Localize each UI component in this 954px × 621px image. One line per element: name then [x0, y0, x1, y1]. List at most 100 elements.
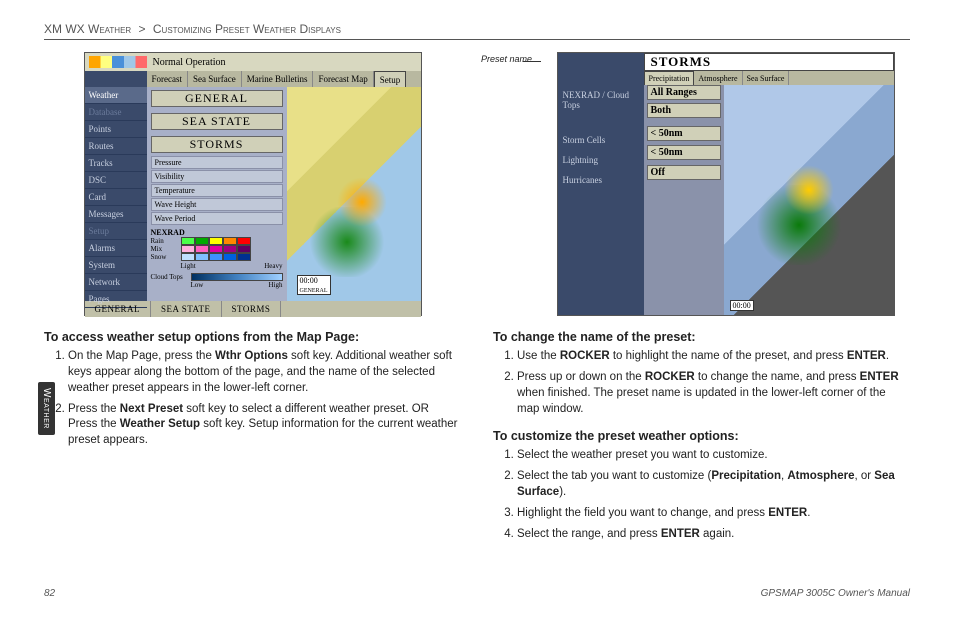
cloud-low: Low: [191, 281, 269, 289]
preset-storms-button[interactable]: STORMS: [151, 136, 283, 153]
nexrad-snow-row: Snow: [151, 253, 283, 261]
right-column: Preset name STORMS Precipitation Atmosph…: [493, 52, 910, 555]
softkey-seastate[interactable]: SEA STATE: [151, 301, 222, 317]
list-item: Press the Next Preset soft key to select…: [68, 402, 461, 450]
tab-forecast-map[interactable]: Forecast Map: [313, 71, 373, 87]
sidebar-item-setup[interactable]: Setup: [85, 223, 147, 240]
value-storm-cells[interactable]: < 50nm: [647, 126, 721, 141]
row-storm-cells[interactable]: Storm Cells: [558, 130, 644, 150]
softkey-storms[interactable]: STORMS: [222, 301, 282, 317]
tab-atmosphere[interactable]: Atmosphere: [694, 71, 742, 85]
sidebar-item-system[interactable]: System: [85, 257, 147, 274]
right-map-preview: 00:00: [724, 85, 894, 315]
breadcrumb-sep: >: [139, 22, 146, 36]
sidebar-item-weather[interactable]: Weather: [85, 87, 147, 104]
map-preview: 00:00GENERAL: [287, 87, 421, 301]
right-list-1: Use the ROCKER to highlight the name of …: [493, 349, 910, 417]
tab-precipitation[interactable]: Precipitation: [644, 71, 695, 85]
page-number: 82: [44, 588, 55, 599]
preset-general-button[interactable]: GENERAL: [151, 90, 283, 107]
sidebar-item-dsc[interactable]: DSC: [85, 172, 147, 189]
sidebar-item-points[interactable]: Points: [85, 121, 147, 138]
value-hurricanes[interactable]: Off: [647, 165, 721, 180]
nexrad-rain-row: Rain: [151, 237, 283, 245]
value-nexrad-both[interactable]: Both: [647, 103, 721, 118]
right-values: All Ranges Both < 50nm < 50nm Off: [644, 85, 724, 315]
swatch: [209, 253, 223, 261]
swatch: [237, 253, 251, 261]
right-list-2: Select the weather preset you want to cu…: [493, 448, 910, 542]
swatch: [209, 237, 223, 245]
left-column: Normal Operation Forecast Sea Surface Ma…: [44, 52, 461, 555]
left-list-1: On the Map Page, press the Wthr Options …: [44, 349, 461, 449]
bottom-softkeys: GENERAL SEA STATE STORMS: [85, 301, 421, 317]
nexrad-mix-row: Mix: [151, 245, 283, 253]
row-hurricanes[interactable]: Hurricanes: [558, 170, 644, 190]
map-page-screenshot: Normal Operation Forecast Sea Surface Ma…: [84, 52, 422, 316]
preset-name-field[interactable]: STORMS: [644, 53, 894, 71]
right-map-clock: 00:00: [730, 300, 754, 311]
sidebar-item-network[interactable]: Network: [85, 274, 147, 291]
sidebar-item-routes[interactable]: Routes: [85, 138, 147, 155]
breadcrumb-section: XM WX Weather: [44, 22, 131, 36]
sidebar-item-messages[interactable]: Messages: [85, 206, 147, 223]
row-lightning[interactable]: Lightning: [558, 150, 644, 170]
breadcrumb: XM WX Weather > Customizing Preset Weath…: [44, 22, 910, 40]
field-visibility[interactable]: Visibility: [151, 170, 283, 183]
sidebar-item-tracks[interactable]: Tracks: [85, 155, 147, 172]
right-tabs: Precipitation Atmosphere Sea Surface: [644, 71, 894, 85]
cloud-tops-label: Cloud Tops: [151, 273, 191, 281]
status-flags: [89, 56, 147, 68]
right-heading-1: To change the name of the preset:: [493, 330, 910, 344]
tab-sea-surface[interactable]: Sea Surface: [188, 71, 242, 87]
section-side-tab: Weather: [38, 382, 55, 435]
scale-light: Light: [181, 262, 265, 270]
field-temperature[interactable]: Temperature: [151, 184, 283, 197]
page-footer: 82 GPSMAP 3005C Owner's Manual: [44, 588, 910, 599]
list-item: On the Map Page, press the Wthr Options …: [68, 349, 461, 397]
window-title-bar: Normal Operation: [85, 53, 421, 71]
softkey-general[interactable]: GENERAL: [85, 301, 152, 317]
swatch: [237, 245, 251, 253]
tab-marine-bulletins[interactable]: Marine Bulletins: [242, 71, 314, 87]
swatch: [223, 253, 237, 261]
value-nexrad-range[interactable]: All Ranges: [647, 85, 721, 100]
swatch: [181, 253, 195, 261]
map-clock: 00:00GENERAL: [297, 275, 331, 295]
field-pressure[interactable]: Pressure: [151, 156, 283, 169]
top-tabs: Forecast Sea Surface Marine Bulletins Fo…: [147, 71, 421, 87]
preset-callout-label: Preset name: [481, 54, 532, 64]
swatch: [223, 237, 237, 245]
swatch: [181, 245, 195, 253]
swatch: [181, 237, 195, 245]
row-nexrad[interactable]: NEXRAD / Cloud Tops: [558, 85, 644, 115]
tab-setup[interactable]: Setup: [374, 71, 407, 87]
sidebar-item-card[interactable]: Card: [85, 189, 147, 206]
list-item: Highlight the field you want to change, …: [517, 506, 910, 522]
scale-labels-row: Light Heavy: [151, 262, 283, 270]
preset-seastate-button[interactable]: SEA STATE: [151, 113, 283, 130]
left-sidebar: Weather Database Points Routes Tracks DS…: [85, 87, 147, 301]
right-heading-2: To customize the preset weather options:: [493, 429, 910, 443]
manual-title: GPSMAP 3005C Owner's Manual: [761, 588, 910, 599]
swatch: [223, 245, 237, 253]
cloud-tops-gradient: [191, 273, 283, 281]
list-item: Select the tab you want to customize (Pr…: [517, 469, 910, 501]
field-wave-period[interactable]: Wave Period: [151, 212, 283, 225]
callout-line: [523, 61, 541, 62]
left-heading-1: To access weather setup options from the…: [44, 330, 461, 344]
cloud-tops-row: Cloud Tops: [151, 273, 283, 281]
list-item: Select the weather preset you want to cu…: [517, 448, 910, 464]
setup-panel: GENERAL SEA STATE STORMS Pressure Visibi…: [147, 87, 287, 301]
nexrad-snow-label: Snow: [151, 253, 181, 261]
tab-forecast[interactable]: Forecast: [147, 71, 189, 87]
value-lightning[interactable]: < 50nm: [647, 145, 721, 160]
swatch: [195, 245, 209, 253]
sidebar-item-alarms[interactable]: Alarms: [85, 240, 147, 257]
field-wave-height[interactable]: Wave Height: [151, 198, 283, 211]
breadcrumb-sub: Customizing Preset Weather Displays: [153, 22, 341, 36]
storms-setup-screenshot: STORMS Precipitation Atmosphere Sea Surf…: [557, 52, 895, 316]
sidebar-item-database[interactable]: Database: [85, 104, 147, 121]
list-item: Use the ROCKER to highlight the name of …: [517, 349, 910, 365]
tab-sea-surface[interactable]: Sea Surface: [743, 71, 790, 85]
